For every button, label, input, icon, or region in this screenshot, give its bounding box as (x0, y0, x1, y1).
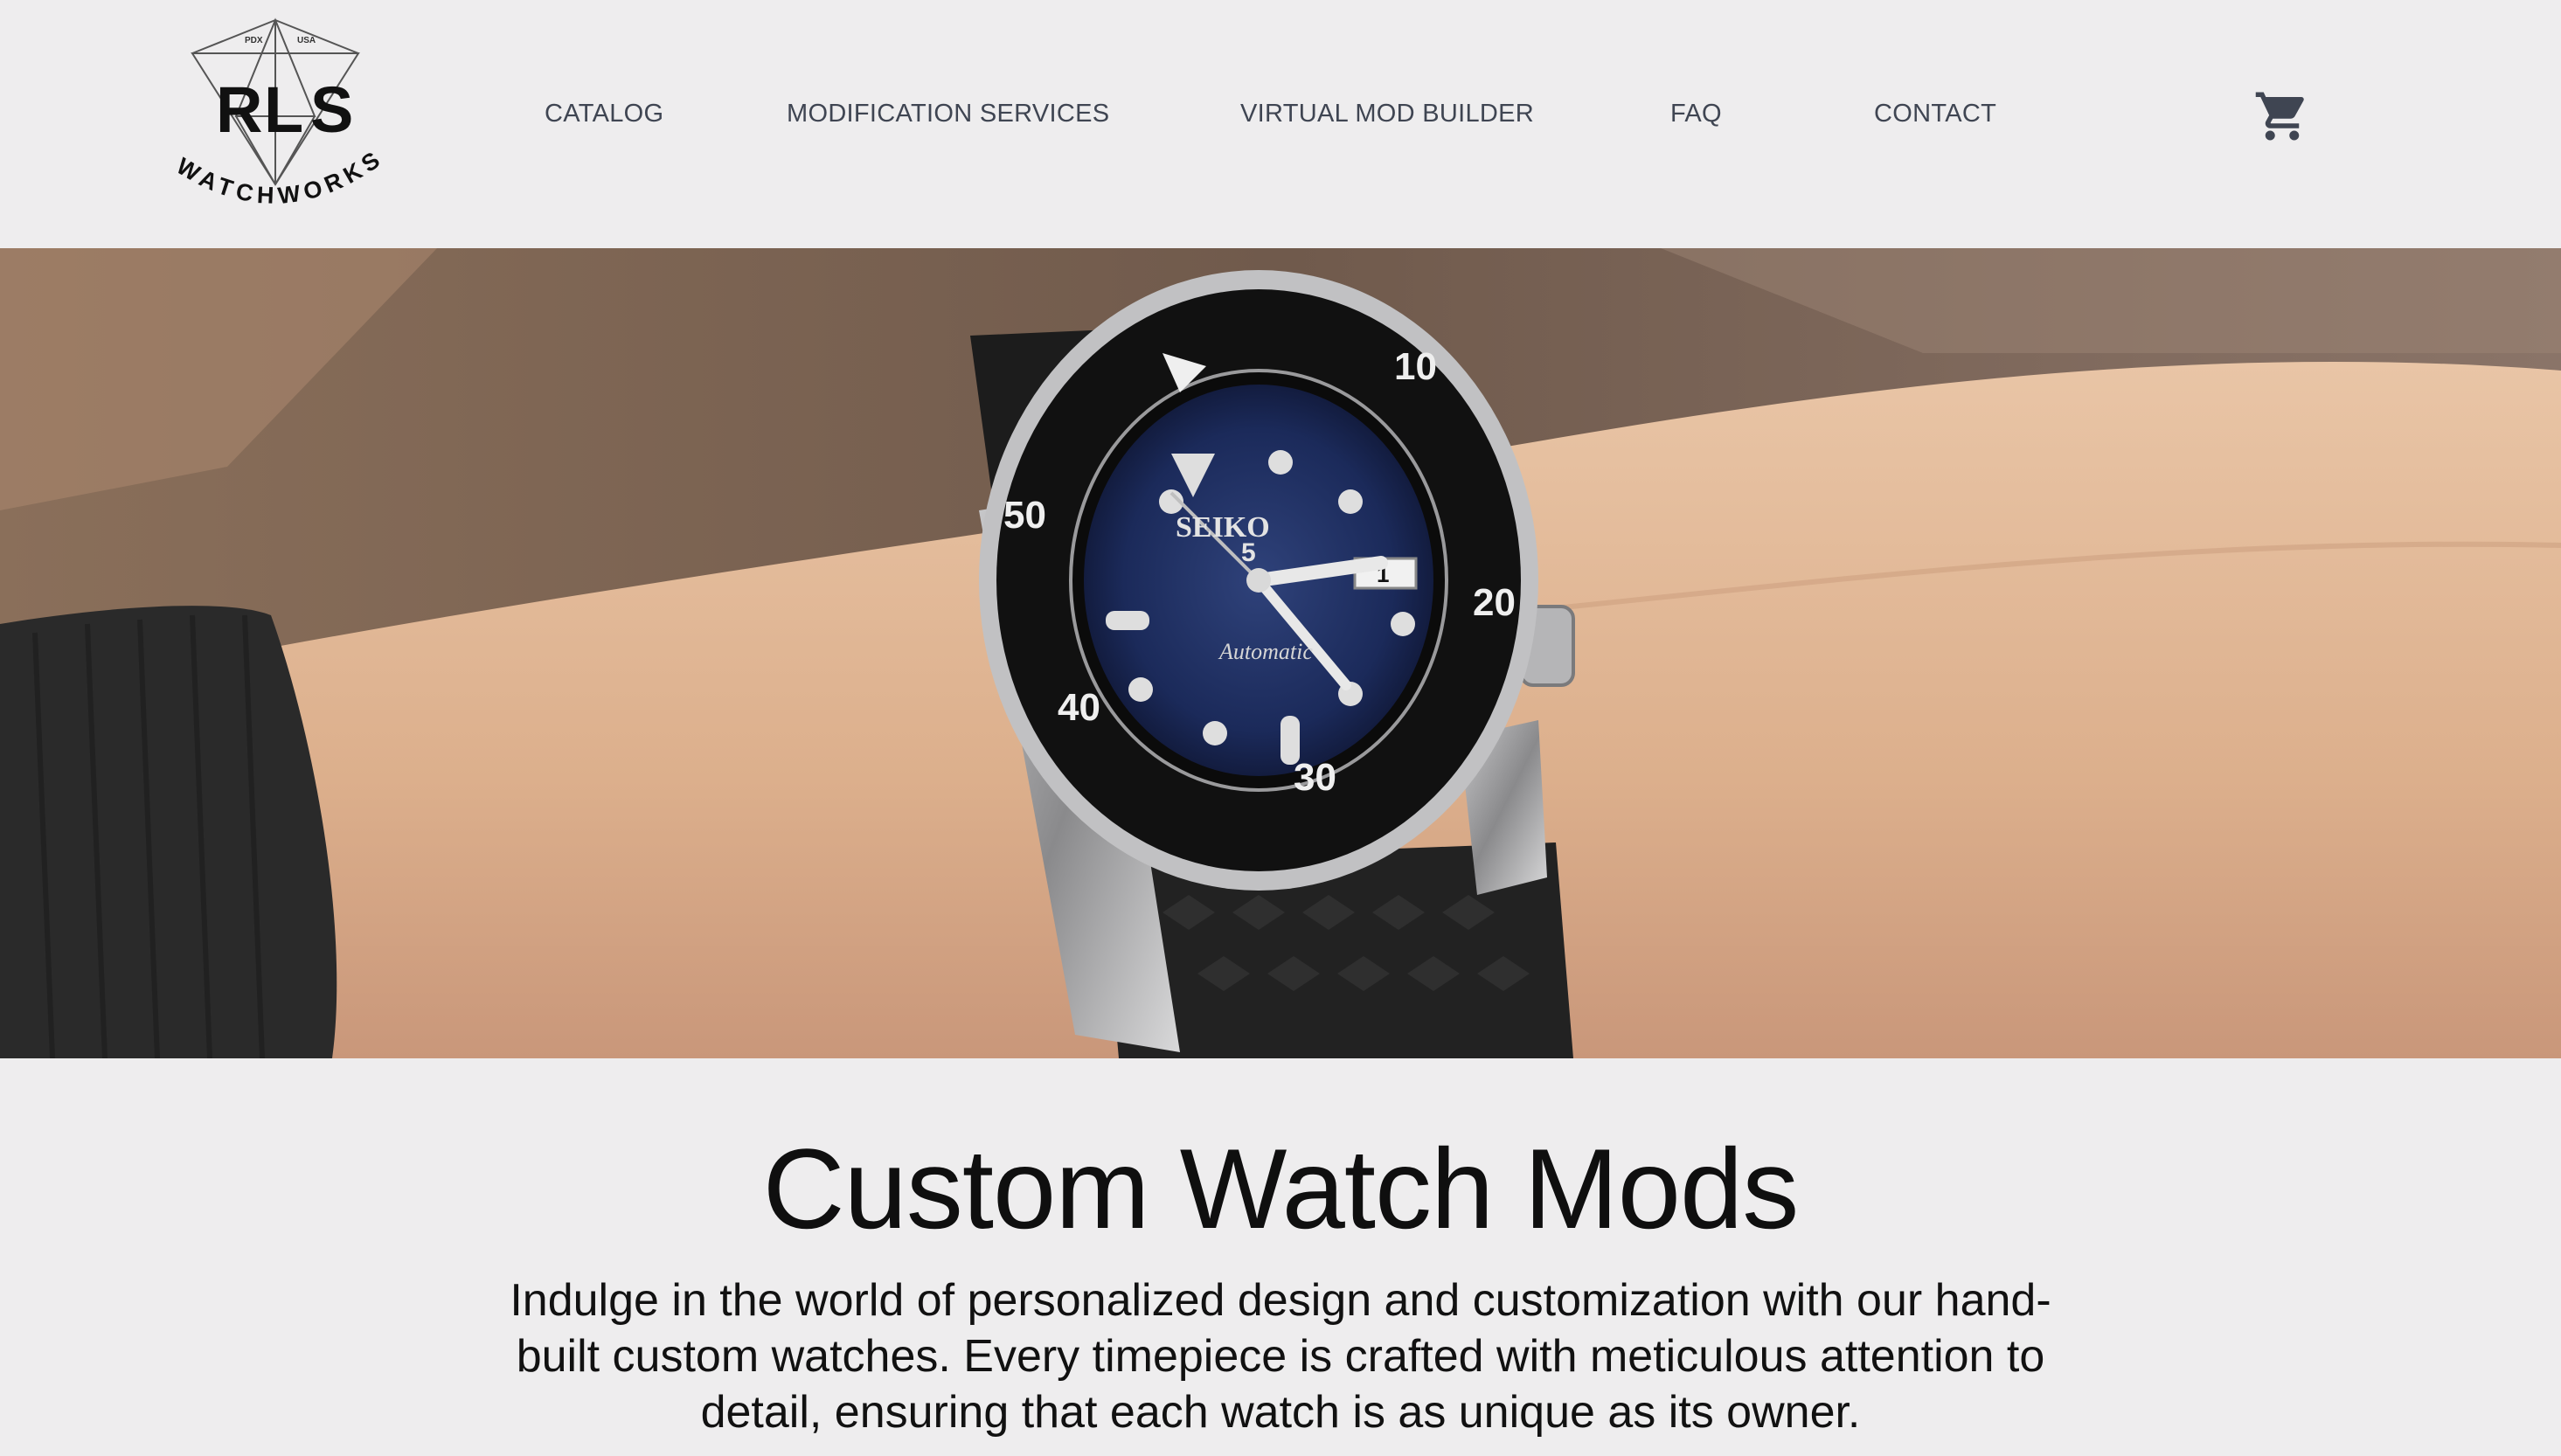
page-title: Custom Watch Mods (762, 1125, 1800, 1252)
bezel-50: 50 (1003, 494, 1046, 537)
nav-virtual-mod-builder[interactable]: VIRTUAL MOD BUILDER (1240, 100, 1534, 128)
nav-modification-services[interactable]: MODIFICATION SERVICES (787, 100, 1109, 128)
logo-tag-right: USA (297, 36, 316, 45)
dial-model: 5 (1241, 538, 1256, 567)
nav-contact[interactable]: CONTACT (1874, 100, 1996, 128)
logo-letter-l: L (264, 73, 303, 146)
intro-description: Indulge in the world of personalized des… (510, 1275, 2051, 1438)
nav-catalog[interactable]: CATALOG (545, 100, 663, 128)
intro-section: Custom Watch Mods Indulge in the world o… (0, 1058, 2561, 1456)
hero-watch-image: 1 SEIKO 5 Automatic 10 20 30 40 50 (0, 248, 2561, 1058)
brand-logo[interactable]: PDX USA R L S WATCHWORKS (162, 13, 398, 223)
hero-banner: 1 SEIKO 5 Automatic 10 20 30 40 50 (0, 248, 2561, 1058)
logo-letter-s: S (310, 73, 353, 146)
bezel-10: 10 (1394, 345, 1437, 388)
bezel-30: 30 (1294, 756, 1336, 799)
logo-mark: PDX USA R L S WATCHWORKS (172, 17, 384, 209)
site-header: PDX USA R L S WATCHWORKS CATALOG MODIFIC… (0, 0, 2561, 248)
logo-tag-left: PDX (245, 36, 263, 45)
nav-faq[interactable]: FAQ (1670, 100, 1722, 128)
shopping-cart-icon (2255, 92, 2304, 141)
cart-button[interactable] (2253, 87, 2311, 145)
logo-letter-r: R (216, 73, 262, 146)
bezel-20: 20 (1473, 581, 1516, 624)
bezel-40: 40 (1058, 686, 1100, 729)
dial-script: Automatic (1218, 639, 1313, 664)
